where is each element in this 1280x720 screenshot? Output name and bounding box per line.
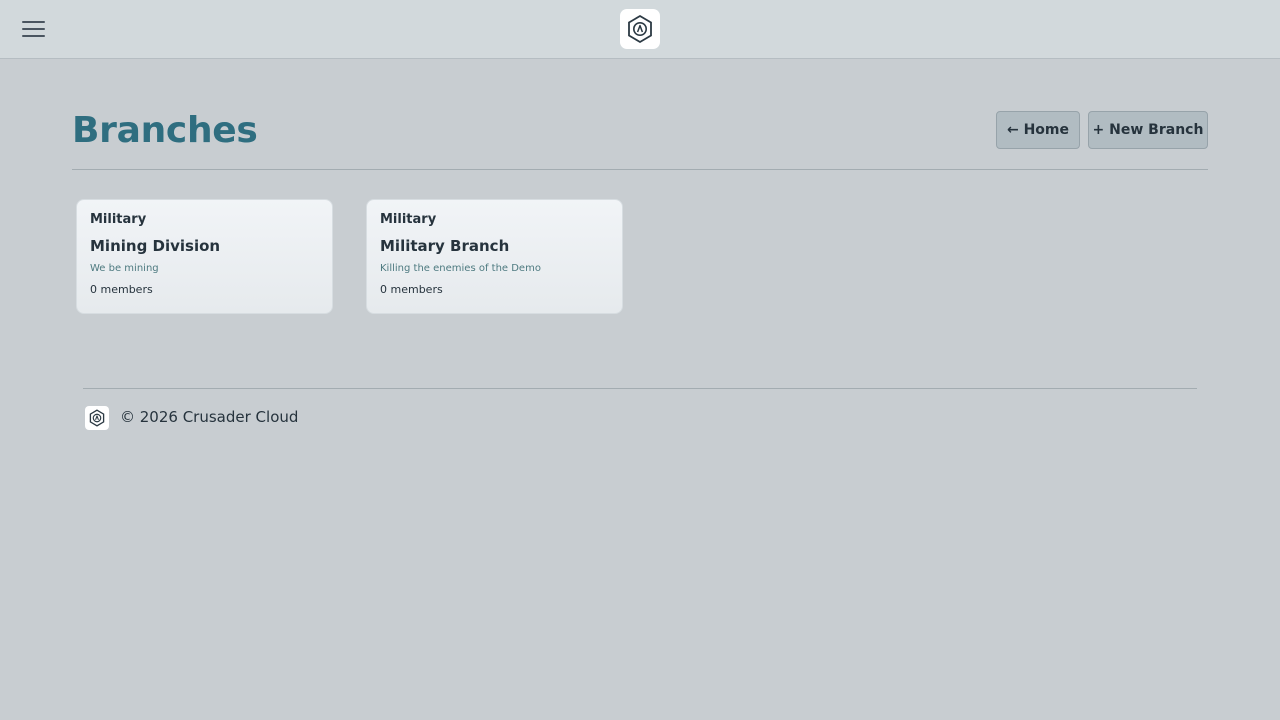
footer-divider	[83, 388, 1197, 389]
branch-card[interactable]: Military Military Branch Killing the ene…	[366, 199, 623, 314]
footer-logo	[85, 406, 109, 430]
page-title: Branches	[72, 110, 258, 151]
branch-name: Military Branch	[380, 237, 510, 255]
branch-name: Mining Division	[90, 237, 221, 255]
header-divider	[72, 169, 1208, 170]
branch-members: 0 members	[90, 283, 153, 296]
menu-line	[21, 21, 45, 23]
branch-description: Killing the enemies of the Demo	[380, 263, 541, 274]
home-button[interactable]: ← Home	[996, 111, 1080, 149]
top-bar	[0, 0, 1280, 59]
hexagon-logo-icon	[628, 14, 652, 44]
footer-copyright: © 2026 Crusader Cloud	[120, 408, 299, 426]
hamburger-icon[interactable]	[16, 16, 50, 42]
new-branch-button[interactable]: + New Branch	[1088, 111, 1208, 149]
app-logo[interactable]	[620, 9, 660, 49]
branch-type: Military	[380, 212, 437, 227]
branch-description: We be mining	[90, 263, 159, 274]
menu-line	[21, 28, 45, 30]
branch-card[interactable]: Military Mining Division We be mining 0 …	[76, 199, 333, 314]
hexagon-logo-icon	[89, 409, 105, 427]
branch-type: Military	[90, 212, 147, 227]
branch-members: 0 members	[380, 283, 443, 296]
menu-line	[21, 35, 45, 37]
